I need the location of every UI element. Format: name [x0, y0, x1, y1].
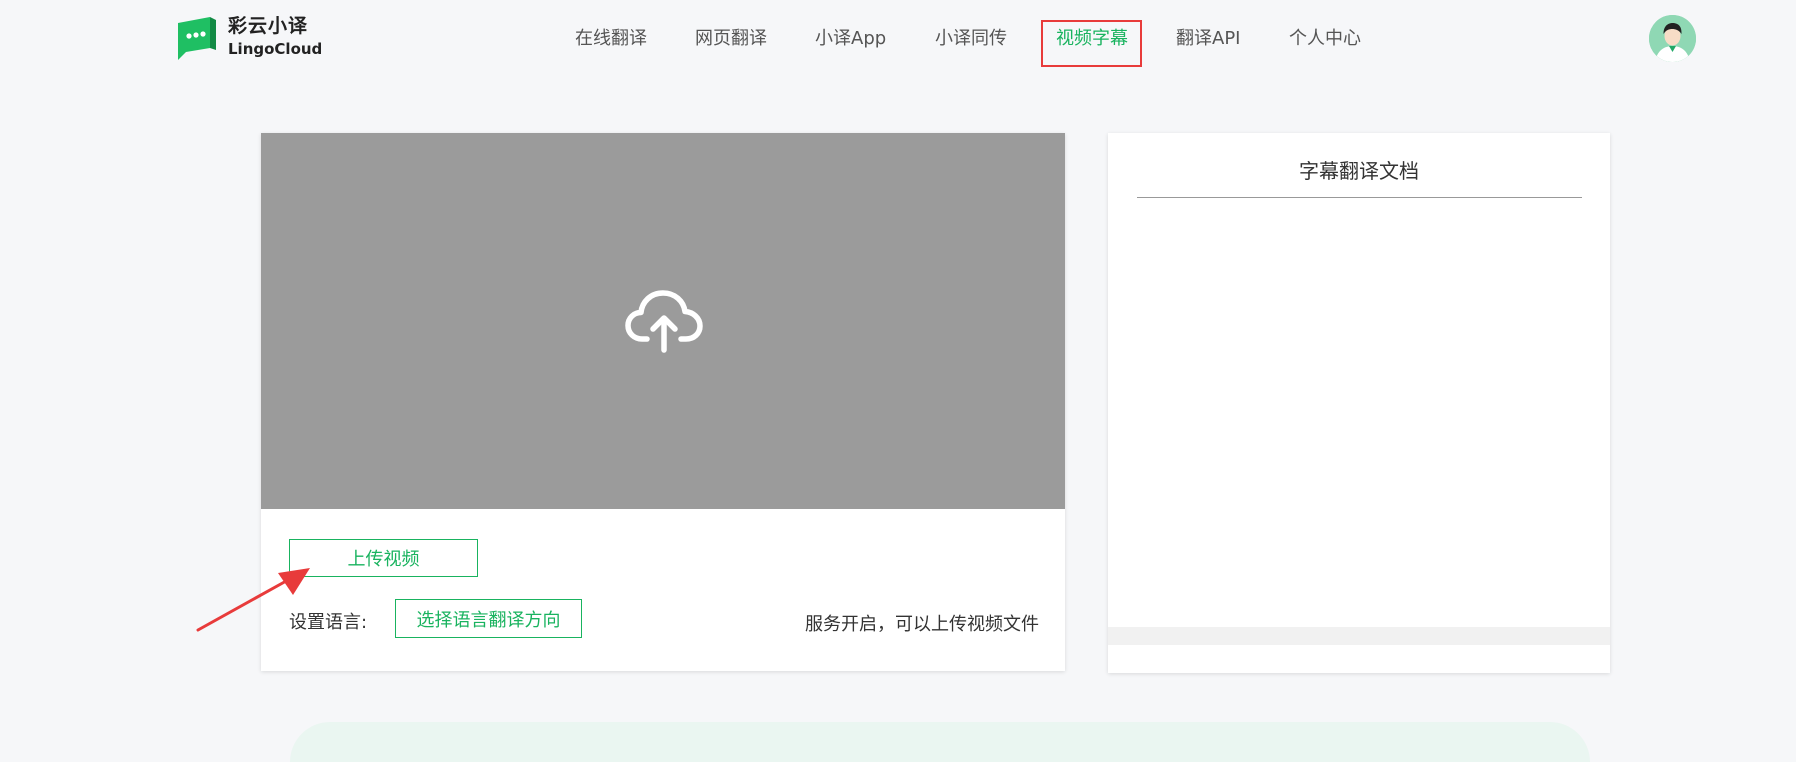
select-language-direction-button[interactable]: 选择语言翻译方向: [395, 599, 582, 638]
nav-web-translate[interactable]: 网页翻译: [695, 24, 767, 50]
logo[interactable]: 彩云小译 LingoCloud: [176, 14, 322, 60]
video-upload-card: 上传视频 设置语言: 选择语言翻译方向 服务开启，可以上传视频文件: [261, 133, 1065, 671]
nav-online-translate[interactable]: 在线翻译: [575, 24, 647, 50]
nav-translate-api[interactable]: 翻译API: [1176, 24, 1240, 50]
active-nav-highlight-box: [1041, 20, 1142, 67]
user-avatar-icon[interactable]: [1649, 15, 1696, 62]
panel-title: 字幕翻译文档: [1299, 159, 1419, 183]
chat-bubble-logo-icon: [178, 17, 216, 60]
upload-video-button[interactable]: 上传视频: [289, 539, 478, 577]
top-header: 彩云小译 LingoCloud 在线翻译 网页翻译 小译App 小译同传 视频字…: [0, 0, 1796, 80]
nav-personal-center[interactable]: 个人中心: [1289, 24, 1361, 50]
logo-name-en: LingoCloud: [228, 40, 323, 59]
bottom-section-edge: [290, 722, 1590, 762]
subtitle-document-panel: 字幕翻译文档: [1108, 133, 1610, 673]
nav-app[interactable]: 小译App: [815, 24, 886, 50]
cloud-upload-icon: [625, 290, 703, 353]
panel-divider: [1137, 197, 1582, 198]
video-drop-zone[interactable]: [261, 133, 1065, 509]
logo-name-cn: 彩云小译: [228, 15, 309, 38]
language-label: 设置语言:: [289, 612, 368, 633]
service-status-text: 服务开启，可以上传视频文件: [805, 614, 1039, 635]
panel-footer-bar: [1108, 627, 1610, 645]
avatar-figure-icon: [1649, 15, 1696, 62]
nav-simultaneous[interactable]: 小译同传: [935, 24, 1007, 50]
